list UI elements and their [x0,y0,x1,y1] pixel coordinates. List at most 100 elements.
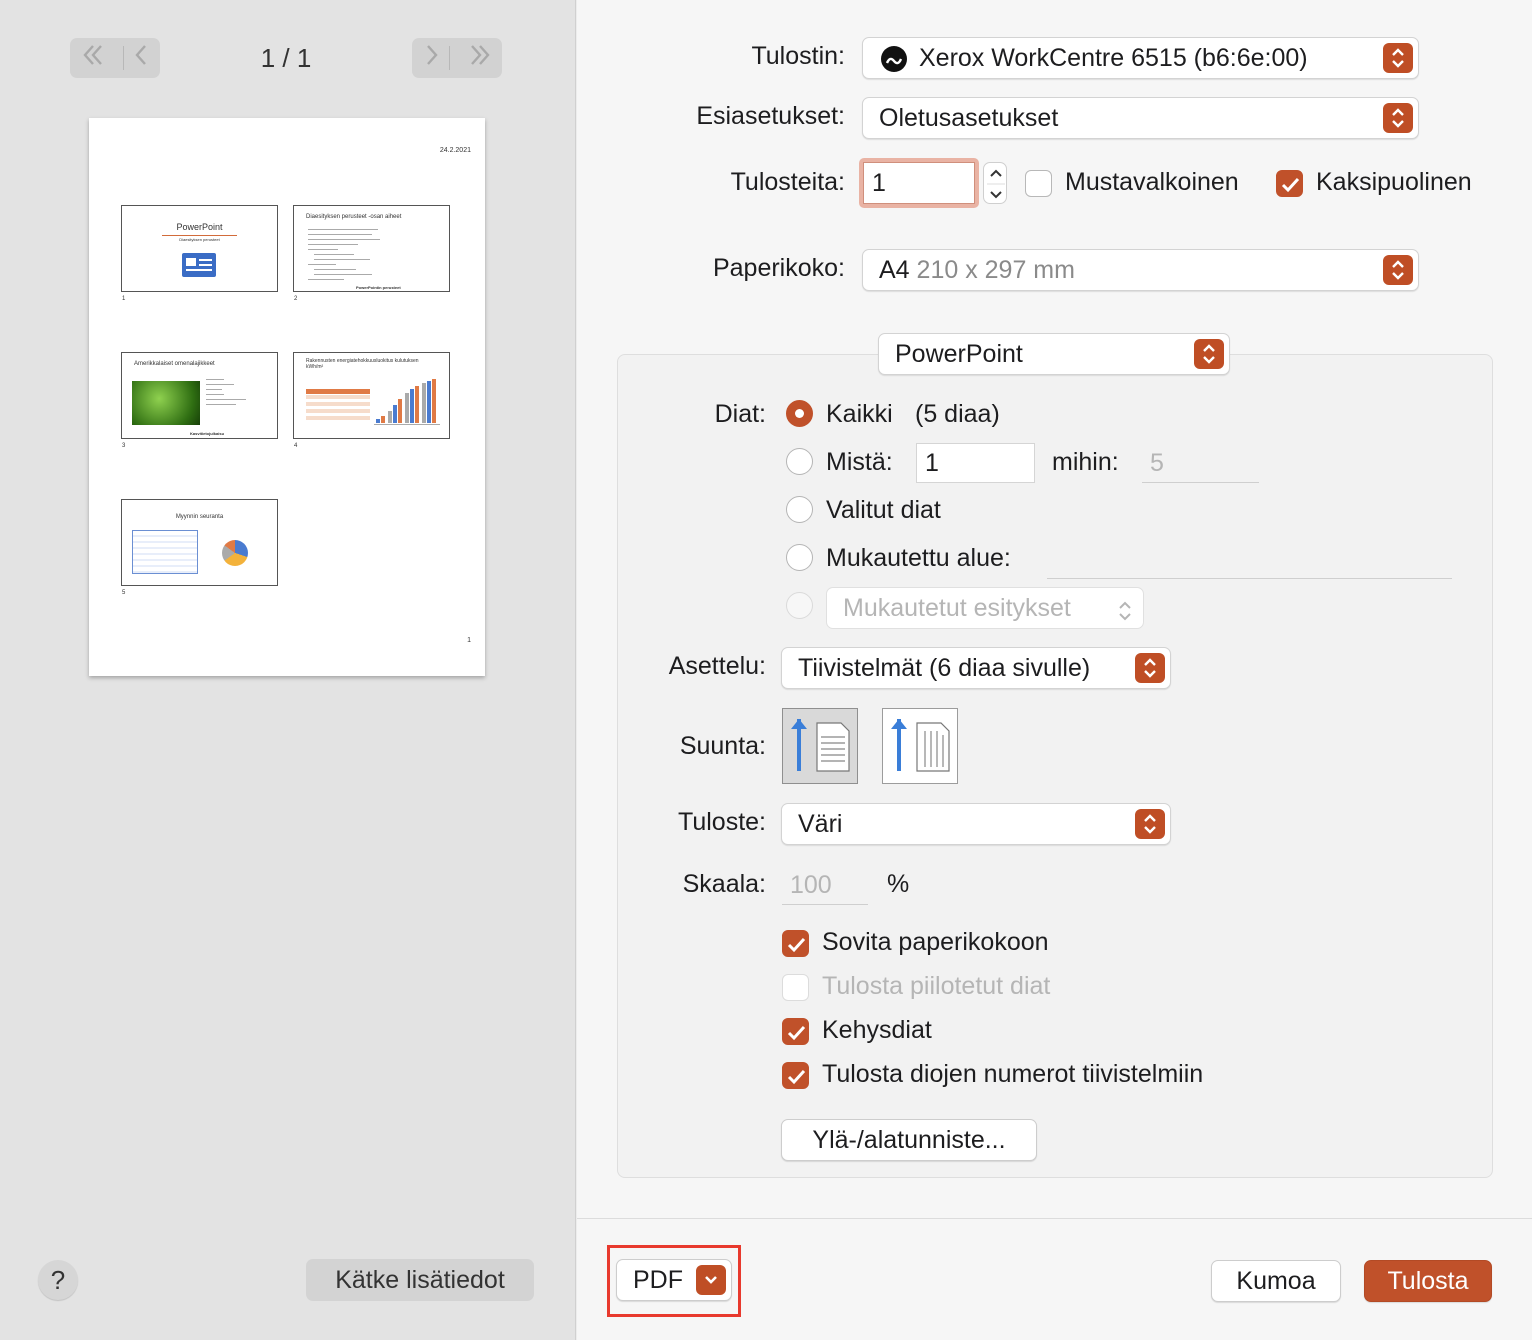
custom-shows-radio[interactable] [786,592,813,619]
slides-to-input[interactable]: 5 [1142,443,1259,483]
dialog-footer: PDF Kumoa Tulosta [577,1218,1532,1340]
slide-number: 2 [294,296,298,302]
title-underline [162,235,237,236]
presets-label: Esiasetukset: [696,102,845,130]
portrait-orientation-icon [783,719,857,787]
paper-size-value: A4 [879,256,910,284]
duplex-label: Kaksipuolinen [1316,168,1472,196]
chevron-up-down-icon [1383,255,1413,285]
handout-page-number: 1 [467,637,471,644]
slide-title: Diaesityksen perusteet -osan aiheet [306,214,402,220]
slides-all-radio[interactable] [786,400,813,427]
table-body [306,395,370,423]
landscape-orientation-icon [883,719,957,787]
slides-to-label: mihin: [1052,448,1119,476]
frame-slides-checkbox[interactable] [782,1018,809,1045]
scale-label: Skaala: [682,870,766,898]
slides-from-radio[interactable] [786,448,813,475]
printer-label: Tulostin: [751,42,845,70]
output-select[interactable]: Väri [781,803,1171,845]
chevron-up-down-icon [1135,653,1165,683]
custom-shows-select[interactable]: Mukautetut esitykset [826,587,1144,629]
chevron-left-icon[interactable] [132,43,150,74]
slides-from-input[interactable]: 1 [916,443,1035,483]
paper-size-select[interactable]: A4 210 x 297 mm [862,249,1419,291]
slides-selected-label: Valitut diat [826,496,941,524]
double-chevron-left-icon[interactable] [81,43,115,74]
printer-status-icon [881,46,907,72]
app-options-select[interactable]: PowerPoint [878,333,1230,375]
handout-date: 24.2.2021 [439,147,471,154]
pdf-label: PDF [633,1266,683,1294]
next-last-page-buttons[interactable] [412,38,502,78]
copies-label: Tulosteita: [730,168,845,196]
slides-label: Diat: [714,400,766,428]
slide-thumbnail-4: Rakennusten energiatehokkuusluokitus kul… [293,352,450,439]
first-prev-page-buttons[interactable] [70,38,160,78]
layout-value: Tiivistelmät (6 diaa sivulle) [798,654,1091,682]
slides-all-count: (5 diaa) [915,400,1000,428]
app-options-value: PowerPoint [895,340,1023,368]
slide-number: 3 [122,443,126,449]
paper-size-label: Paperikoko: [712,254,845,282]
scale-unit: % [887,870,910,898]
bw-label: Mustavalkoinen [1065,168,1239,196]
printer-select[interactable]: Xerox WorkCentre 6515 (b6:6e:00) [862,37,1419,79]
chevron-down-icon [696,1265,726,1295]
fit-to-paper-checkbox[interactable] [782,930,809,957]
slide-thumbnail-5: Myynnin seuranta [121,499,278,586]
portrait-orientation-button[interactable] [782,708,858,784]
chevron-up-down-icon [1117,596,1133,636]
presets-select[interactable]: Oletusasetukset [862,97,1419,139]
fit-to-paper-label: Sovita paperikokoon [822,928,1049,956]
bw-checkbox[interactable] [1025,170,1052,197]
slide-thumbnail-1: PowerPoint Diaesityksen perusteet [121,205,278,292]
print-button[interactable]: Tulosta [1364,1260,1492,1302]
pie-chart [222,540,248,566]
layout-select[interactable]: Tiivistelmät (6 diaa sivulle) [781,647,1171,689]
copies-stepper[interactable] [983,162,1007,204]
pdf-menu-button[interactable]: PDF [616,1259,732,1301]
slide-title: PowerPoint [176,222,223,232]
chevron-up-down-icon [1135,809,1165,839]
cancel-button[interactable]: Kumoa [1211,1260,1341,1302]
header-footer-button[interactable]: Ylä-/alatunniste... [781,1119,1037,1161]
slides-selected-radio[interactable] [786,496,813,523]
slide-subtitle: Diaesityksen perusteet [179,237,220,242]
slides-custom-range-label: Mukautettu alue: [826,544,1011,572]
output-value: Väri [798,810,843,838]
slide-thumbnail-3: Amerikkalaiset omenalajikkeet Kasvitieto… [121,352,278,439]
printer-value: Xerox WorkCentre 6515 (b6:6e:00) [919,44,1308,72]
slides-custom-range-radio[interactable] [786,544,813,571]
slide-number: 4 [294,443,298,449]
landscape-orientation-button[interactable] [882,708,958,784]
slides-all-label: Kaikki [826,400,893,428]
duplex-checkbox[interactable] [1276,170,1303,197]
page-preview: 24.2.2021 PowerPoint Diaesityksen perust… [89,118,485,676]
copies-input[interactable]: 1 [863,162,975,204]
print-settings-panel: Tulostin: Xerox WorkCentre 6515 (b6:6e:0… [577,0,1532,1340]
page-indicator: 1 / 1 [260,43,312,73]
paper-size-detail: 210 x 297 mm [916,256,1075,284]
slide-footer: PowerPointin perusteet [356,285,401,290]
help-button[interactable]: ? [38,1260,78,1300]
sales-table [132,530,198,574]
custom-range-input[interactable] [1047,539,1452,579]
hide-details-button[interactable]: Kätke lisätiedot [306,1259,534,1301]
print-hidden-slides-label: Tulosta piilotetut diat [822,972,1051,1000]
presentation-icon [182,253,216,277]
table-header [306,389,370,394]
slide-numbers-label: Tulosta diojen numerot tiivistelmiin [822,1060,1204,1088]
slide-numbers-checkbox[interactable] [782,1062,809,1089]
chevron-up-down-icon [1194,339,1224,369]
chevron-right-icon[interactable] [423,43,441,74]
orientation-label: Suunta: [679,732,766,760]
double-chevron-right-icon[interactable] [458,43,492,74]
scale-input[interactable]: 100 [782,865,868,905]
layout-label: Asettelu: [668,652,766,680]
slide-title: Rakennusten energiatehokkuusluokitus kul… [306,358,419,370]
slide-title: Amerikkalaiset omenalajikkeet [134,361,215,367]
print-hidden-slides-checkbox[interactable] [782,974,809,1001]
nav-divider [122,46,124,70]
chevron-up-down-icon [1383,103,1413,133]
